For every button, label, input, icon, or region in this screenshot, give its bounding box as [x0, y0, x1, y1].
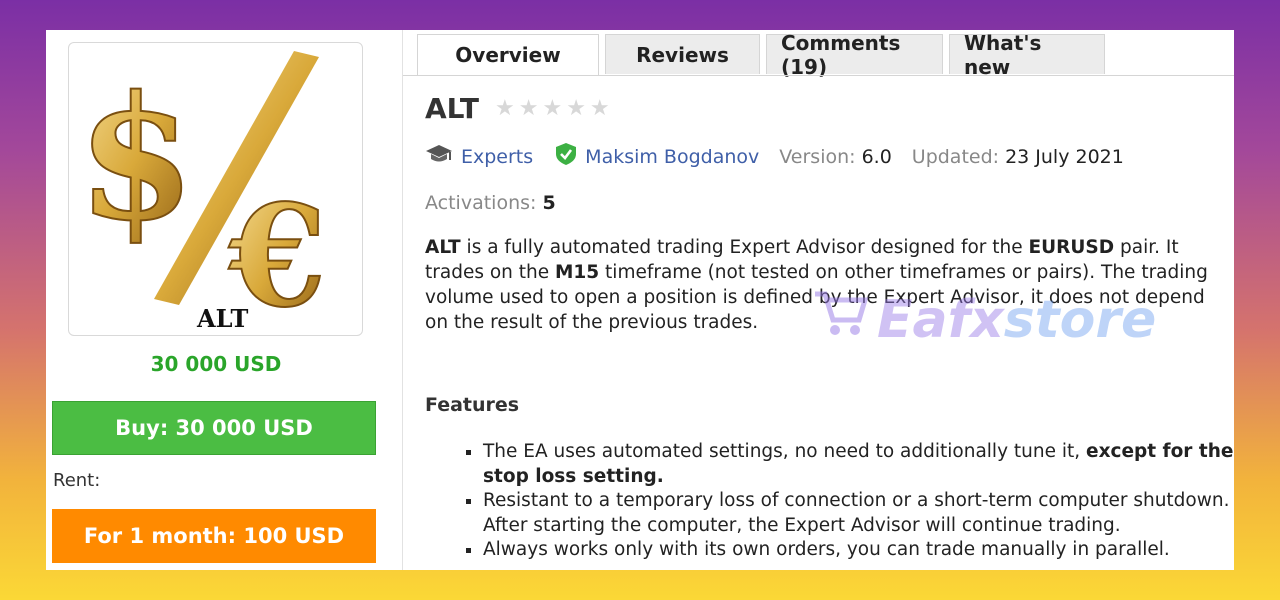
desc-bold-pair: EURUSD — [1028, 237, 1115, 258]
purchase-panel: $ € ALT 30 000 USD Buy: 30 000 USD Rent:… — [46, 30, 403, 570]
star-icon: ★ — [589, 96, 610, 121]
updated-value: 23 July 2021 — [1005, 145, 1124, 168]
star-icon: ★ — [494, 96, 515, 121]
tab-whats-new[interactable]: What's new — [949, 31, 1105, 79]
category-link[interactable]: Experts — [461, 146, 533, 168]
star-icon: ★ — [542, 96, 563, 121]
buy-button[interactable]: Buy: 30 000 USD — [52, 401, 376, 455]
rent-1-month-button[interactable]: For 1 month: 100 USD — [52, 509, 376, 563]
rent-label: Rent: — [53, 470, 101, 491]
features-heading: Features — [425, 394, 520, 416]
product-details: Overview Reviews Comments (19) What's ne… — [403, 30, 1234, 570]
star-icon: ★ — [566, 96, 586, 121]
tab-reviews[interactable]: Reviews — [605, 34, 760, 74]
features-list: The EA uses automated settings, no need … — [463, 440, 1234, 563]
product-title: ALT — [425, 92, 479, 125]
author-link[interactable]: Maksim Bogdanov — [585, 146, 759, 168]
desc-bold-timeframe: M15 — [555, 262, 600, 283]
tab-bar: Overview Reviews Comments (19) What's ne… — [417, 31, 1105, 79]
version-label: Version: — [779, 145, 856, 168]
activations-label: Activations: — [425, 192, 537, 214]
product-price: 30 000 USD — [150, 352, 282, 376]
activations: Activations: 5 — [425, 192, 556, 214]
rating-stars[interactable]: ★ ★ ★ ★ ★ — [495, 96, 610, 121]
list-item: Always works only with its own orders, y… — [483, 538, 1234, 563]
tab-comments[interactable]: Comments (19) — [766, 31, 943, 79]
tab-overview[interactable]: Overview — [417, 34, 599, 76]
star-icon: ★ — [518, 96, 539, 121]
desc-text: is a fully automated trading Expert Advi… — [460, 237, 1029, 258]
product-description: ALT is a fully automated trading Expert … — [425, 235, 1230, 335]
product-card: $ € ALT 30 000 USD Buy: 30 000 USD Rent:… — [46, 30, 1234, 570]
tab-divider — [403, 75, 1234, 76]
logo-label: ALT — [196, 304, 249, 333]
verified-shield-icon — [555, 142, 577, 171]
version-value: 6.0 — [861, 145, 892, 168]
updated-label: Updated: — [911, 145, 1000, 168]
list-item: Resistant to a temporary loss of connect… — [483, 489, 1234, 538]
desc-bold-name: ALT — [425, 237, 461, 258]
list-item: The EA uses automated settings, no need … — [483, 440, 1234, 489]
product-logo: $ € ALT — [68, 42, 363, 336]
svg-text:$: $ — [77, 59, 195, 259]
graduation-cap-icon — [425, 143, 453, 170]
activations-value: 5 — [542, 192, 556, 214]
product-meta: Experts Maksim Bogdanov Version: 6.0 Upd… — [425, 142, 1124, 171]
